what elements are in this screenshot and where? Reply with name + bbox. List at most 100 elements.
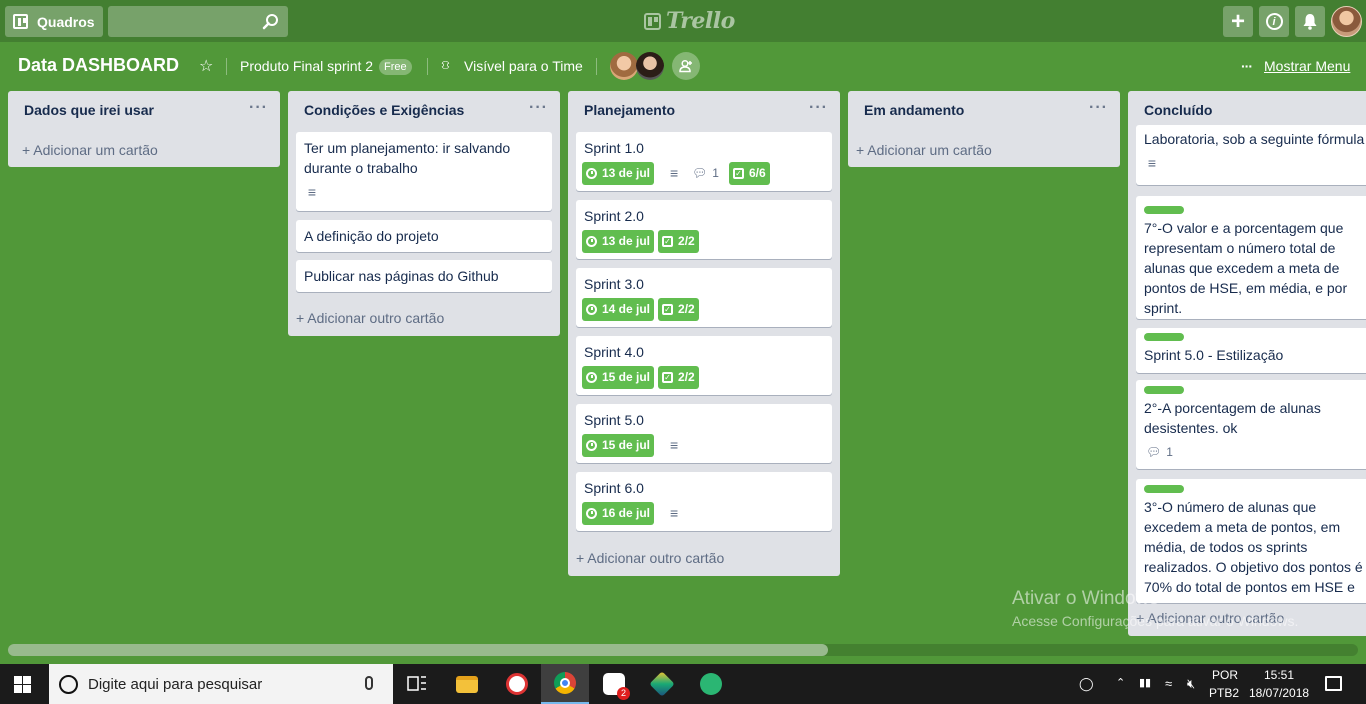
taskbar-search[interactable]: Digite aqui para pesquisar — [49, 664, 393, 704]
description-icon: ≡ — [1147, 155, 1157, 171]
divider — [596, 58, 597, 75]
search-icon[interactable] — [262, 13, 280, 31]
description-icon: ≡ — [669, 437, 679, 453]
checklist-badge: ✓ 2/2 — [658, 297, 699, 321]
notifications-button[interactable] — [1295, 6, 1325, 37]
member-avatar[interactable] — [610, 52, 638, 80]
info-button[interactable]: i — [1259, 6, 1289, 37]
list-title[interactable]: Condições e Exigências — [304, 102, 464, 118]
more-icon[interactable]: ··· — [1241, 58, 1253, 74]
member-avatar[interactable] — [636, 52, 664, 80]
add-card-button[interactable]: + Adicionar um cartão — [856, 142, 992, 158]
board-title[interactable]: Data DASHBOARD — [18, 55, 179, 76]
keyboard-layout-indicator[interactable]: PTB2 — [1209, 686, 1239, 700]
green-label — [1144, 386, 1184, 394]
list-title[interactable]: Planejamento — [584, 102, 675, 118]
create-button[interactable]: + — [1223, 6, 1253, 37]
boards-button[interactable]: Quadros — [5, 6, 103, 37]
trello-logo[interactable]: Trello — [644, 8, 735, 34]
card-title: Sprint 2.0 — [584, 208, 644, 224]
boards-icon — [13, 14, 28, 29]
list-menu-icon[interactable]: ··· — [809, 99, 828, 117]
due-date-badge[interactable]: 13 de jul — [582, 161, 655, 185]
clock-icon — [586, 167, 597, 179]
due-date-badge[interactable]: 16 de jul — [582, 501, 655, 525]
list-condicoes: Condições e Exigências ··· Ter um planej… — [288, 91, 560, 336]
card[interactable]: Sprint 3.0 14 de jul ✓ 2/2 — [576, 268, 832, 327]
clock-date[interactable]: 18/07/2018 — [1249, 686, 1309, 700]
scissors-icon — [506, 673, 528, 695]
due-date-text: 13 de jul — [602, 234, 651, 248]
card[interactable]: A definição do projeto — [296, 220, 552, 252]
star-icon[interactable]: ☆ — [199, 56, 213, 76]
windows-start-icon[interactable] — [14, 676, 31, 693]
visibility-label[interactable]: Visível para o Time — [464, 58, 583, 74]
add-member-button[interactable] — [672, 52, 700, 80]
battery-icon[interactable]: ▮▮ — [1139, 676, 1151, 689]
card-title: 7°-O valor e a porcentagem que represent… — [1144, 220, 1348, 316]
board-scrollbar[interactable] — [8, 644, 1358, 656]
list-menu-icon[interactable]: ··· — [249, 99, 268, 117]
folder-icon — [456, 675, 478, 693]
snipping-tool-icon[interactable] — [493, 664, 541, 704]
volume-muted-icon[interactable]: 🔇︎ — [1187, 676, 1195, 692]
card[interactable]: 7°-O valor e a porcentagem que represent… — [1136, 196, 1366, 319]
list-title[interactable]: Concluído — [1144, 102, 1212, 118]
comments-badge: 💬︎ 1 — [692, 163, 719, 183]
add-person-icon — [679, 59, 692, 73]
people-icon[interactable]: ◯ — [1079, 676, 1094, 692]
chrome-icon[interactable] — [541, 664, 589, 704]
scrollbar-thumb[interactable] — [8, 644, 828, 656]
comment-icon: 💬︎ — [692, 166, 708, 180]
card[interactable]: Sprint 5.0 15 de jul ≡ — [576, 404, 832, 463]
chevron-up-icon[interactable]: ⌃ — [1116, 676, 1125, 689]
due-date-text: 15 de jul — [602, 370, 651, 384]
boards-label: Quadros — [37, 13, 95, 30]
card-title: Ter um planejamento: ir salvando durante… — [304, 140, 511, 176]
checklist-count: 2/2 — [678, 302, 695, 316]
cortana-icon — [59, 674, 78, 694]
clock-icon — [586, 507, 597, 519]
card[interactable]: Sprint 4.0 15 de jul ✓ 2/2 — [576, 336, 832, 395]
card[interactable]: 3°-O número de alunas que excedem a meta… — [1136, 479, 1366, 603]
list-title[interactable]: Dados que irei usar — [24, 102, 154, 118]
add-card-button[interactable]: + Adicionar outro cartão — [576, 550, 724, 566]
add-card-button[interactable]: + Adicionar outro cartão — [296, 310, 444, 326]
due-date-badge[interactable]: 15 de jul — [582, 365, 655, 389]
due-date-badge[interactable]: 14 de jul — [582, 297, 655, 321]
list-menu-icon[interactable]: ··· — [529, 99, 548, 117]
card[interactable]: Sprint 6.0 16 de jul ≡ — [576, 472, 832, 531]
list-title[interactable]: Em andamento — [864, 102, 964, 118]
action-center-icon[interactable] — [1325, 676, 1342, 691]
card[interactable]: Publicar nas páginas do Github — [296, 260, 552, 292]
microphone-icon[interactable] — [365, 676, 373, 690]
search-input[interactable] — [108, 6, 288, 37]
checklist-badge: ✓ 6/6 — [728, 161, 770, 185]
add-card-button[interactable]: + Adicionar um cartão — [22, 142, 158, 158]
list-menu-icon[interactable]: ··· — [1089, 99, 1108, 117]
card[interactable]: Laboratoria, sob a seguinte fórmula ≡ — [1136, 125, 1366, 185]
wifi-icon[interactable]: ≈ — [1165, 676, 1172, 691]
card-title: Sprint 1.0 — [584, 140, 644, 156]
due-date-badge[interactable]: 13 de jul — [582, 229, 655, 253]
user-avatar[interactable] — [1331, 6, 1362, 37]
due-date-badge[interactable]: 15 de jul — [582, 433, 655, 457]
file-explorer-icon[interactable] — [443, 664, 491, 704]
slack-icon[interactable]: 2 — [590, 664, 638, 704]
clock-time[interactable]: 15:51 — [1264, 668, 1294, 682]
card[interactable]: Sprint 5.0 - Estilização — [1136, 328, 1366, 373]
card-title: Laboratoria, sob a seguinte fórmula — [1144, 131, 1365, 147]
task-view-icon[interactable] — [393, 664, 441, 704]
show-menu-link[interactable]: Mostrar Menu — [1264, 58, 1350, 74]
card[interactable]: Sprint 1.0 13 de jul ≡ 💬︎ 1 ✓ 6/6 — [576, 132, 832, 191]
gitkraken-icon[interactable] — [638, 664, 686, 704]
card[interactable]: Ter um planejamento: ir salvando durante… — [296, 132, 552, 211]
card-title: Sprint 3.0 — [584, 276, 644, 292]
language-indicator[interactable]: POR — [1212, 668, 1238, 682]
card[interactable]: 2°-A porcentagem de alunas desistentes. … — [1136, 380, 1366, 469]
team-name[interactable]: Produto Final sprint 2 — [240, 58, 373, 74]
checklist-badge: ✓ 2/2 — [658, 229, 699, 253]
list-concluido: Concluído Laboratoria, sob a seguinte fó… — [1128, 91, 1366, 636]
atom-icon[interactable] — [687, 664, 735, 704]
card[interactable]: Sprint 2.0 13 de jul ✓ 2/2 — [576, 200, 832, 259]
